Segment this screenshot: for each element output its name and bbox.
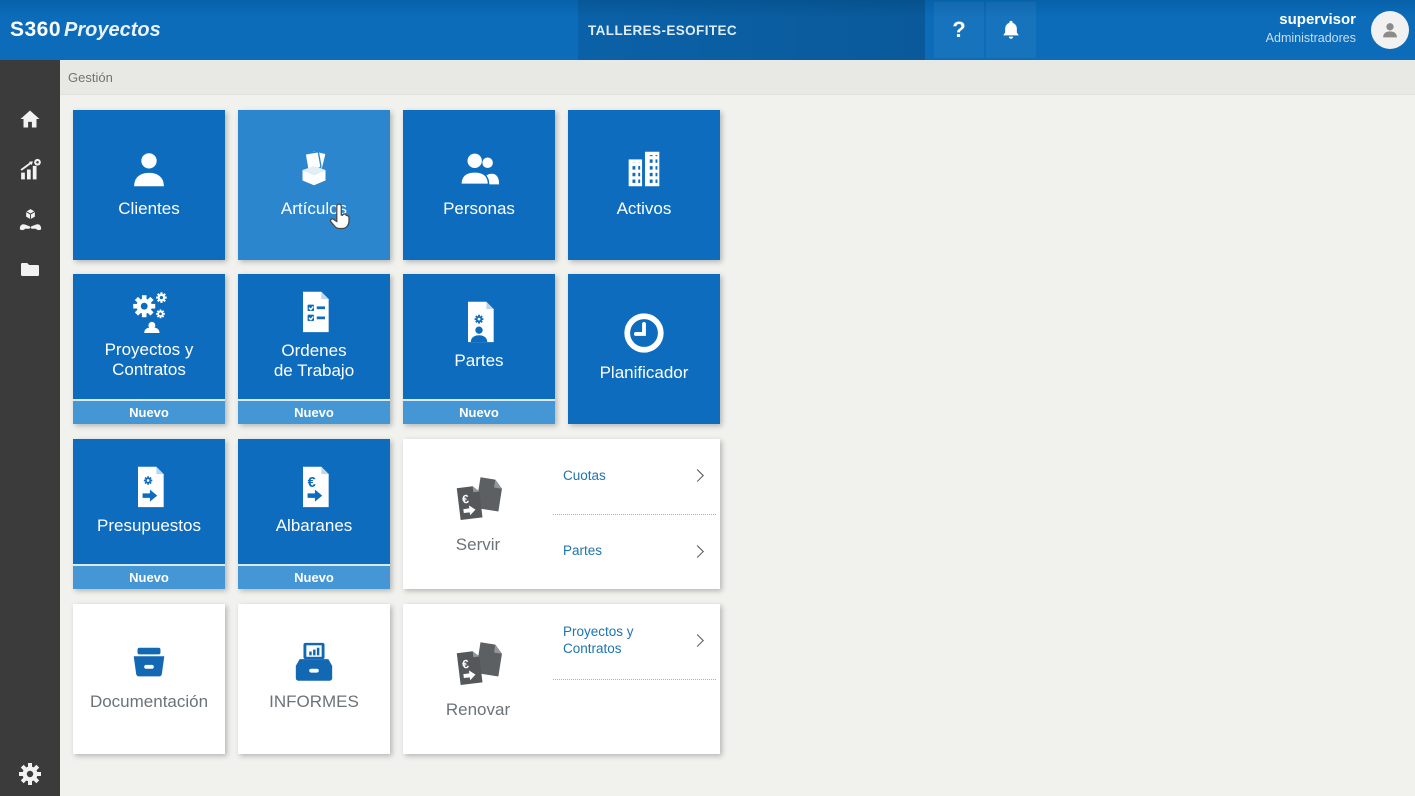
- sidebar-nav: [0, 60, 60, 796]
- clock-icon: [621, 310, 667, 356]
- breadcrumb: Gestión: [60, 60, 1415, 95]
- delivery-note-doc-icon: €: [292, 463, 336, 509]
- tile-label-personas: Personas: [443, 199, 515, 219]
- tile-clientes[interactable]: Clientes: [73, 110, 225, 260]
- top-bar: S360 Proyectos TALLERES-ESOFITEC ? super…: [0, 0, 1415, 60]
- renovar-link-proyectos[interactable]: Proyectos y Contratos: [553, 604, 716, 680]
- tile-articulos[interactable]: Artículos: [238, 110, 390, 260]
- serve-docs-icon: €: [450, 472, 506, 528]
- app-logo: S360: [10, 0, 61, 60]
- tile-label-renovar: Renovar: [446, 700, 510, 720]
- tile-renovar: € Renovar Proyectos y Contratos: [403, 604, 720, 754]
- archive-icon: [126, 641, 172, 685]
- servir-link-partes[interactable]: Partes: [553, 515, 716, 590]
- sidebar-item-statistics[interactable]: [0, 144, 60, 194]
- user-name: supervisor: [1150, 10, 1356, 29]
- stats-chart-icon: [18, 157, 43, 182]
- tile-activos[interactable]: Activos: [568, 110, 720, 260]
- hands-service-icon: [18, 207, 43, 232]
- project-gears-icon: [126, 289, 172, 333]
- sidebar-item-settings[interactable]: [0, 749, 60, 796]
- renovar-empty-row: [553, 680, 716, 755]
- user-role: Administradores: [1150, 29, 1356, 47]
- tile-label-partes: Partes: [454, 351, 503, 371]
- report-doc-icon: [457, 298, 501, 344]
- tile-albaranes[interactable]: € Albaranes Nuevo: [238, 439, 390, 589]
- chevron-right-icon: [691, 469, 704, 482]
- tile-presupuestos[interactable]: Presupuestos Nuevo: [73, 439, 225, 589]
- question-mark-icon: ?: [952, 17, 965, 43]
- chevron-right-icon: [691, 634, 704, 647]
- tile-label-informes: INFORMES: [269, 692, 359, 712]
- budget-doc-icon: [127, 463, 171, 509]
- chevron-right-icon: [691, 545, 704, 558]
- sidebar-item-services[interactable]: [0, 194, 60, 244]
- bell-icon: [1001, 19, 1021, 41]
- tile-label-ordenes: Ordenes de Trabajo: [271, 341, 357, 381]
- tile-label-activos: Activos: [617, 199, 672, 219]
- renew-docs-icon: €: [450, 637, 506, 693]
- sidebar-item-home[interactable]: [0, 94, 60, 144]
- folder-icon: [18, 257, 42, 281]
- app-title: Proyectos: [64, 0, 161, 60]
- new-parte-button[interactable]: Nuevo: [403, 399, 555, 424]
- sidebar-item-documents[interactable]: [0, 244, 60, 294]
- renovar-group: € Renovar: [403, 604, 553, 754]
- tile-documentacion[interactable]: Documentación: [73, 604, 225, 754]
- breadcrumb-label: Gestión: [68, 70, 113, 85]
- tile-label-servir: Servir: [456, 535, 500, 555]
- articles-box-icon: [291, 146, 337, 192]
- tile-label-proyectos: Proyectos y Contratos: [77, 340, 221, 380]
- link-label: Partes: [563, 543, 602, 560]
- tile-proyectos-contratos[interactable]: Proyectos y Contratos Nuevo: [73, 274, 225, 424]
- svg-text:€: €: [308, 475, 316, 491]
- new-proyecto-button[interactable]: Nuevo: [73, 399, 225, 424]
- home-icon: [18, 107, 42, 131]
- tile-personas[interactable]: Personas: [403, 110, 555, 260]
- company-selector[interactable]: TALLERES-ESOFITEC: [578, 0, 925, 60]
- tile-label-presupuestos: Presupuestos: [97, 516, 201, 536]
- user-avatar[interactable]: [1371, 11, 1409, 49]
- new-presupuesto-button[interactable]: Nuevo: [73, 564, 225, 589]
- tile-planificador[interactable]: Planificador: [568, 274, 720, 424]
- tile-label-articulos: Artículos: [281, 199, 347, 219]
- people-icon: [456, 146, 502, 192]
- work-order-doc-icon: [292, 288, 336, 334]
- tile-grid: Clientes Artículos Personas: [60, 95, 1415, 796]
- link-label: Cuotas: [563, 468, 606, 485]
- gear-icon: [18, 762, 42, 786]
- new-albaran-button[interactable]: Nuevo: [238, 564, 390, 589]
- company-name: TALLERES-ESOFITEC: [588, 23, 737, 38]
- notifications-button[interactable]: [986, 2, 1036, 58]
- tile-label-clientes: Clientes: [118, 199, 179, 219]
- tile-servir: € Servir Cuotas Partes: [403, 439, 720, 589]
- tile-label-albaranes: Albaranes: [276, 516, 353, 536]
- tile-partes[interactable]: Partes Nuevo: [403, 274, 555, 424]
- link-label: Proyectos y Contratos: [563, 624, 673, 658]
- user-info[interactable]: supervisor Administradores: [1150, 10, 1356, 47]
- servir-group: € Servir: [403, 439, 553, 589]
- tile-informes[interactable]: INFORMES: [238, 604, 390, 754]
- tile-label-documentacion: Documentación: [90, 692, 208, 712]
- help-button[interactable]: ?: [934, 2, 984, 58]
- client-person-icon: [126, 146, 172, 192]
- tile-label-planificador: Planificador: [600, 363, 689, 383]
- servir-link-cuotas[interactable]: Cuotas: [553, 439, 716, 515]
- tile-ordenes-trabajo[interactable]: Ordenes de Trabajo Nuevo: [238, 274, 390, 424]
- person-icon: [1379, 19, 1401, 41]
- buildings-icon: [621, 146, 667, 192]
- reports-inbox-icon: [291, 641, 337, 685]
- new-orden-button[interactable]: Nuevo: [238, 399, 390, 424]
